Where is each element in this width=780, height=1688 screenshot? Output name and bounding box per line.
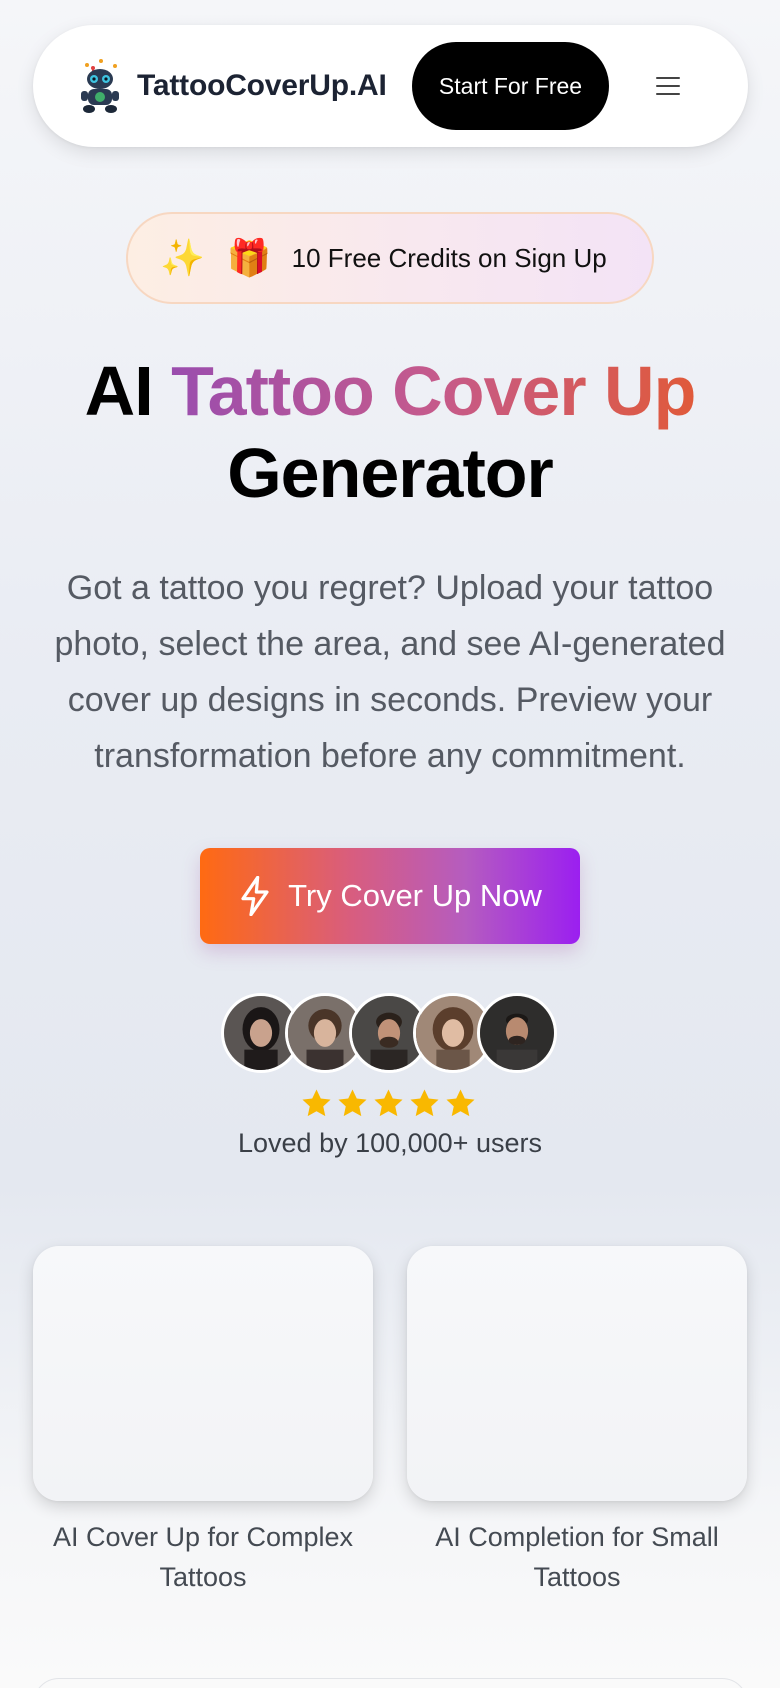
free-credits-badge: ✨ 🎁 10 Free Credits on Sign Up (126, 212, 654, 304)
user-avatars (221, 993, 561, 1073)
feature-card-complex[interactable] (33, 1246, 373, 1501)
lightning-icon (241, 876, 269, 916)
avatar (477, 993, 557, 1073)
brand-name[interactable]: TattooCoverUp.AI (137, 63, 387, 109)
star-icon (410, 1089, 439, 1117)
title-suffix: Generator (227, 434, 554, 512)
title-highlight: Tattoo Cover Up (171, 352, 696, 430)
star-icon (446, 1089, 475, 1117)
start-for-free-button[interactable]: Start For Free (412, 42, 609, 130)
gift-icon: 🎁 (226, 237, 272, 278)
try-cover-up-button[interactable]: Try Cover Up Now (200, 848, 580, 944)
rating-stars (300, 1087, 480, 1121)
star-icon (338, 1089, 367, 1117)
feature-card-small[interactable] (407, 1246, 747, 1501)
hero-subtitle: Got a tattoo you regret? Upload your tat… (54, 569, 726, 775)
cta-label: Try Cover Up Now (288, 878, 542, 913)
next-section-card (33, 1678, 748, 1688)
social-proof-text: Loved by 100,000+ users (238, 1128, 542, 1158)
page-title: AI Tattoo Cover Up Generator (0, 350, 780, 514)
robot-logo-icon[interactable] (71, 57, 129, 115)
star-icon (374, 1089, 403, 1117)
badge-text: 10 Free Credits on Sign Up (291, 242, 607, 273)
title-prefix: AI (84, 352, 154, 430)
hamburger-menu-icon[interactable] (647, 65, 689, 107)
site-header: TattooCoverUp.AI Start For Free (33, 25, 748, 147)
feature-label-complex: AI Cover Up for Complex Tattoos (52, 1522, 354, 1592)
sparkles-icon: ✨ (160, 237, 205, 278)
feature-label-small: AI Completion for Small Tattoos (435, 1522, 719, 1592)
star-icon (302, 1089, 331, 1117)
